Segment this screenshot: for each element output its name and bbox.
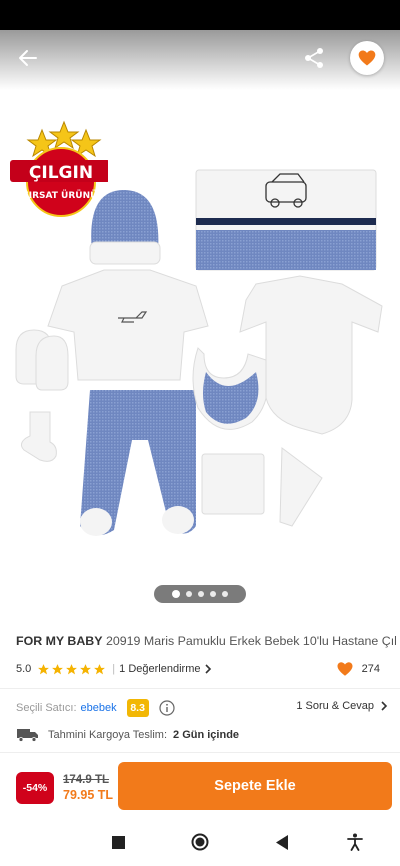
share-icon xyxy=(305,48,323,68)
rating-value: 5.0 xyxy=(16,663,32,675)
star-icon xyxy=(66,663,78,674)
badge-line-1: ÇILGIN xyxy=(29,163,93,183)
add-to-cart-button[interactable]: Sepete Ekle xyxy=(118,762,392,810)
share-button[interactable] xyxy=(296,40,332,76)
seller-label: Seçili Satıcı: xyxy=(16,702,77,714)
pagination-dot[interactable] xyxy=(222,591,228,597)
triangle-back-icon xyxy=(275,834,288,850)
gallery-pagination xyxy=(154,585,246,603)
star-icon xyxy=(94,663,106,674)
badge-line-2: FIRSAT ÜRÜNÜ xyxy=(23,190,98,201)
star-icon xyxy=(38,663,50,674)
rating-stars xyxy=(37,663,106,676)
pagination-dot[interactable] xyxy=(198,591,204,597)
questions-link[interactable]: 1 Soru & Cevap xyxy=(296,700,388,712)
product-name: 20919 Maris Pamuklu Erkek Bebek 10'lu Ha… xyxy=(105,634,396,648)
shipping-value: 2 Gün içinde xyxy=(173,729,240,741)
divider xyxy=(0,752,400,753)
status-bar xyxy=(0,0,400,30)
accessibility-icon xyxy=(347,833,363,851)
truck-icon xyxy=(17,729,38,742)
favorite-count: 274 xyxy=(336,660,380,678)
star-icon xyxy=(52,663,64,674)
recents-button[interactable] xyxy=(108,832,128,852)
rating-row: 5.0 | 1 Değerlendirme 274 xyxy=(16,660,384,678)
star-icon xyxy=(80,663,92,674)
seller-score-badge: 8.3 xyxy=(126,699,149,717)
back-nav-button[interactable] xyxy=(272,832,292,852)
reviews-label: 1 Değerlendirme xyxy=(119,663,201,675)
pagination-dot[interactable] xyxy=(186,591,192,597)
chevron-right-icon xyxy=(381,701,388,711)
product-title: FOR MY BABY 20919 Maris Pamuklu Erkek Be… xyxy=(16,634,396,648)
divider xyxy=(0,688,400,689)
current-price: 79.95 TL xyxy=(63,788,114,802)
shipping-label: Tahmini Kargoya Teslim: xyxy=(48,729,168,741)
seller-row: Seçili Satıcı: ebebek 8.3 1 Soru & Cevap xyxy=(16,697,388,719)
shipping-row: Tahmini Kargoya Teslim: 2 Gün içinde xyxy=(16,725,239,745)
questions-label: 1 Soru & Cevap xyxy=(296,700,374,712)
info-icon[interactable] xyxy=(159,700,175,716)
square-icon xyxy=(111,835,125,849)
seller-name[interactable]: ebebek xyxy=(81,702,117,714)
chevron-right-icon xyxy=(205,664,212,674)
price-area: -54% 174.9 TL 79.95 TL xyxy=(16,768,113,808)
system-nav-bar xyxy=(0,818,400,866)
heart-icon xyxy=(358,50,376,66)
product-image-gallery[interactable]: ÇILGIN FIRSAT ÜRÜNÜ xyxy=(0,30,400,620)
home-button[interactable] xyxy=(190,832,210,852)
discount-badge: -54% xyxy=(16,772,54,804)
pagination-dot[interactable] xyxy=(210,591,216,597)
pagination-dot[interactable] xyxy=(172,590,180,598)
crazy-deal-badge: ÇILGIN FIRSAT ÜRÜNÜ xyxy=(10,120,108,217)
favorite-count-value: 274 xyxy=(361,663,380,675)
circle-icon xyxy=(191,833,209,851)
product-brand[interactable]: FOR MY BABY xyxy=(16,634,103,648)
arrow-left-icon xyxy=(19,50,37,66)
back-button[interactable] xyxy=(10,40,46,76)
heart-icon xyxy=(337,662,353,676)
old-price: 174.9 TL xyxy=(63,774,110,786)
favorite-button[interactable] xyxy=(350,41,384,75)
reviews-link[interactable]: 1 Değerlendirme xyxy=(119,663,212,675)
accessibility-button[interactable] xyxy=(345,832,365,852)
